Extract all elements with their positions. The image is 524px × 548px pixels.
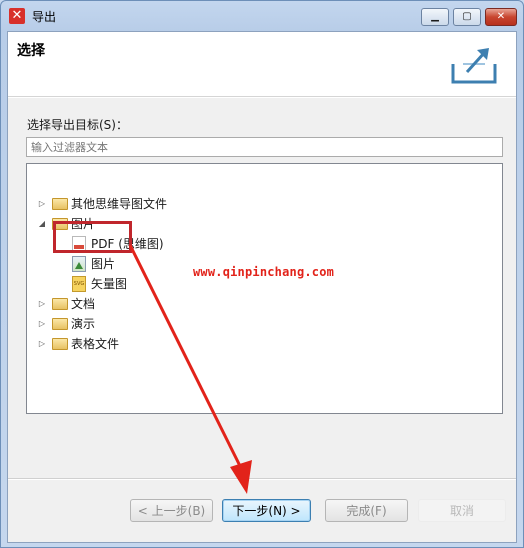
next-button[interactable]: 下一步(N) > (222, 499, 311, 522)
export-target-tree[interactable]: ▷ 其他思维导图文件 ◢ 图片 PDF (思维图) 图片 SVG 矢量图 ▷ 文… (26, 163, 503, 414)
tree-item-label: 图片 (91, 257, 116, 271)
cancel-button[interactable]: 取消 (418, 499, 506, 522)
minimize-button[interactable]: ▁ (421, 8, 449, 26)
watermark-text: www.qinpinchang.com (193, 265, 335, 279)
tree-item-label: 表格文件 (71, 337, 120, 351)
page-title: 选择 (17, 43, 45, 59)
export-target-label: 选择导出目标(S)： (27, 118, 128, 132)
title-bar[interactable]: ✕ 导出 ▁ ▢ ✕ (1, 1, 523, 31)
export-icon (451, 48, 497, 84)
folder-icon (52, 318, 68, 330)
tree-item-label: 演示 (71, 317, 96, 331)
close-icon: ✕ (496, 11, 506, 22)
folder-icon (52, 198, 68, 210)
expand-arrow-icon[interactable]: ▷ (37, 315, 47, 333)
expand-arrow-icon[interactable]: ▷ (37, 295, 47, 313)
maximize-icon: ▢ (462, 11, 472, 22)
back-button[interactable]: < 上一步(B) (130, 499, 213, 522)
finish-button[interactable]: 完成(F) (325, 499, 408, 522)
expand-arrow-icon[interactable]: ▷ (37, 195, 47, 213)
highlight-box (53, 221, 132, 253)
expand-arrow-icon[interactable]: ▷ (37, 335, 47, 353)
filter-input[interactable] (26, 137, 503, 157)
close-button[interactable]: ✕ (485, 8, 517, 26)
wizard-header: 选择 (8, 32, 516, 97)
footer-separator-light (8, 479, 516, 480)
xmind-x-icon: ✕ (9, 8, 25, 24)
maximize-button[interactable]: ▢ (453, 8, 481, 26)
tree-item-label: 其他思维导图文件 (71, 197, 168, 211)
svg-icon: SVG (72, 276, 86, 292)
folder-icon (52, 338, 68, 350)
dialog-body: 选择 选择导出目标(S)： ▷ 其他思维导图文件 ◢ 图片 (7, 31, 517, 543)
collapse-arrow-icon[interactable]: ◢ (37, 215, 47, 233)
window-title: 导出 (32, 10, 57, 24)
folder-icon (52, 298, 68, 310)
image-icon (72, 256, 86, 272)
tree-item-label: 文档 (71, 297, 96, 311)
minimize-icon: ▁ (431, 11, 439, 22)
tree-item-label: 矢量图 (91, 277, 128, 291)
header-separator (8, 97, 516, 98)
